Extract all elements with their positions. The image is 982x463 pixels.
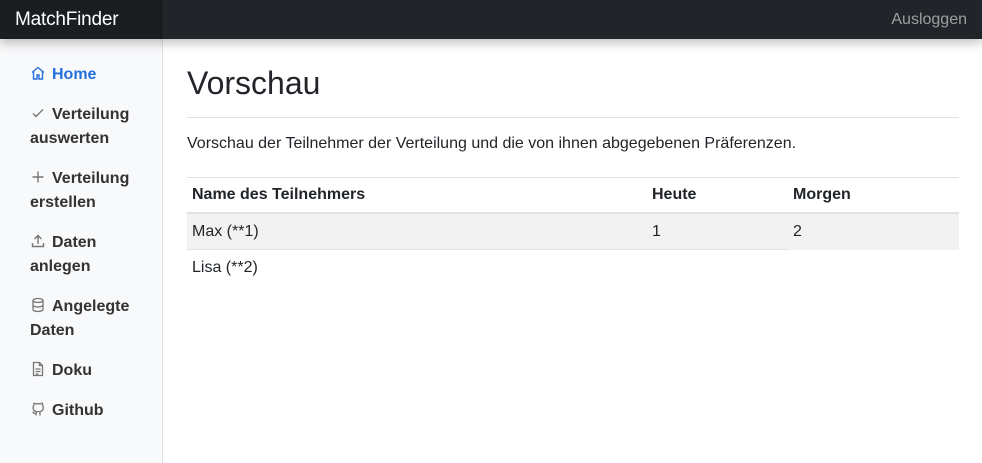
table-cell	[647, 250, 788, 286]
plus-icon	[30, 169, 46, 185]
sidebar-item-github[interactable]: Github	[0, 399, 162, 423]
table-row: Lisa (**2)	[187, 250, 959, 286]
home-icon	[30, 65, 46, 81]
main-content: Vorschau Vorschau der Teilnehmer der Ver…	[187, 39, 959, 285]
column-header-name: Name des Teilnehmers	[187, 177, 647, 214]
sidebar-item-label: Doku	[52, 362, 92, 379]
column-header-heute: Heute	[647, 177, 788, 214]
table-cell: 2	[788, 213, 959, 250]
page-description: Vorschau der Teilnehmer der Verteilung u…	[187, 135, 797, 152]
sidebar-item-daten-anlegen[interactable]: Daten anlegen	[0, 231, 162, 279]
page-title: Vorschau	[187, 65, 321, 101]
sidebar-item-doku[interactable]: Doku	[0, 359, 162, 383]
file-text-icon	[30, 361, 46, 377]
table-cell	[788, 250, 959, 286]
table-header-row: Name des Teilnehmers Heute Morgen	[187, 177, 959, 214]
table-cell: 1	[647, 213, 788, 250]
check-icon	[30, 105, 46, 121]
column-header-morgen: Morgen	[788, 177, 959, 214]
table-cell: Max (**1)	[187, 213, 647, 250]
top-navbar: MatchFinder Ausloggen	[0, 0, 982, 39]
sidebar-item-label: Home	[52, 66, 97, 83]
sidebar-item-verteilung-erstellen[interactable]: Verteilung erstellen	[0, 167, 162, 215]
participants-table: Name des Teilnehmers Heute Morgen Max (*…	[187, 177, 959, 285]
brand-logo[interactable]: MatchFinder	[0, 0, 162, 39]
table-cell: Lisa (**2)	[192, 259, 258, 276]
table-row: Max (**1) 1 2	[187, 213, 959, 250]
logout-link[interactable]: Ausloggen	[891, 0, 967, 39]
github-icon	[30, 401, 46, 417]
upload-icon	[30, 233, 46, 249]
sidebar-item-label: Github	[52, 402, 104, 419]
sidebar-item-angelegte-daten[interactable]: Angelegte Daten	[0, 295, 162, 343]
sidebar-item-home[interactable]: Home	[0, 63, 162, 87]
database-icon	[30, 297, 46, 313]
title-divider	[187, 117, 959, 118]
sidebar-item-verteilung-auswerten[interactable]: Verteilung auswerten	[0, 103, 162, 151]
sidebar: Home Verteilung auswerten Verteilung ers…	[0, 39, 163, 463]
